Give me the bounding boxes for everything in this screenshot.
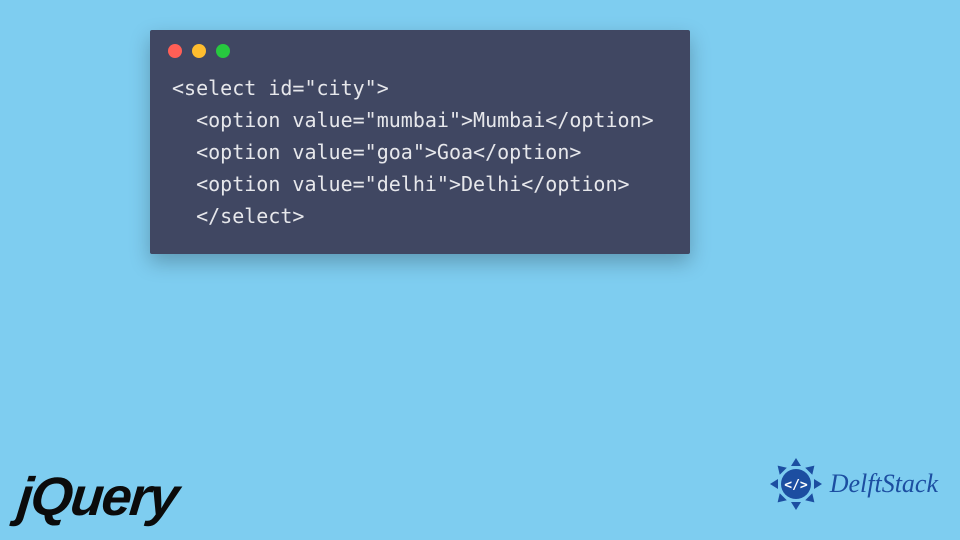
window-titlebar — [150, 30, 690, 66]
code-block: <select id="city"> <option value="mumbai… — [150, 66, 690, 236]
delftstack-logo: </> DelftStack — [768, 456, 938, 512]
minimize-icon — [192, 44, 206, 58]
delftstack-text: DelftStack — [830, 469, 938, 499]
code-line: <option value="goa">Goa</option> — [172, 136, 668, 168]
code-line: <option value="delhi">Delhi</option> — [172, 168, 668, 200]
maximize-icon — [216, 44, 230, 58]
close-icon — [168, 44, 182, 58]
code-line: <option value="mumbai">Mumbai</option> — [172, 104, 668, 136]
code-window: <select id="city"> <option value="mumbai… — [150, 30, 690, 254]
code-line: <select id="city"> — [172, 72, 668, 104]
jquery-logo: jQuery — [15, 466, 181, 528]
delftstack-badge-icon: </> — [768, 456, 824, 512]
svg-text:</>: </> — [784, 478, 808, 493]
code-line: </select> — [172, 200, 668, 232]
